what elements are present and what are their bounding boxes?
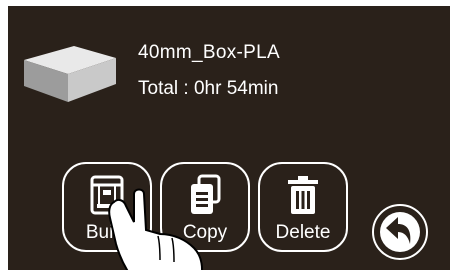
total-print-time: Total : 0hr 54min bbox=[138, 78, 279, 99]
back-button-disc bbox=[380, 212, 420, 252]
file-name: 40mm_Box-PLA bbox=[138, 42, 280, 63]
pointing-hand-icon bbox=[108, 188, 203, 270]
file-info: 40mm_Box-PLA Total : 0hr 54min bbox=[138, 42, 280, 100]
delete-label: Delete bbox=[275, 222, 331, 243]
model-thumbnail bbox=[24, 46, 116, 102]
back-button[interactable] bbox=[372, 204, 428, 260]
trash-icon bbox=[288, 176, 318, 214]
print-file-screen: 40mm_Box-PLA Total : 0hr 54min Build Cop… bbox=[8, 6, 450, 270]
delete-button[interactable]: Delete bbox=[258, 162, 348, 252]
back-arrow-icon bbox=[386, 217, 411, 244]
